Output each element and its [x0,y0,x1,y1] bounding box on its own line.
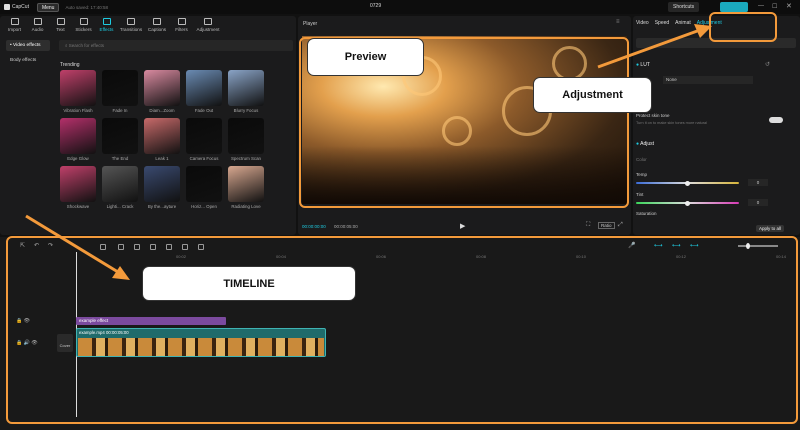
arrow-to-adjustment [597,28,701,69]
arrow-to-timeline [25,214,119,274]
arrowhead-timeline [112,266,130,280]
annotation-arrows [25,24,712,280]
